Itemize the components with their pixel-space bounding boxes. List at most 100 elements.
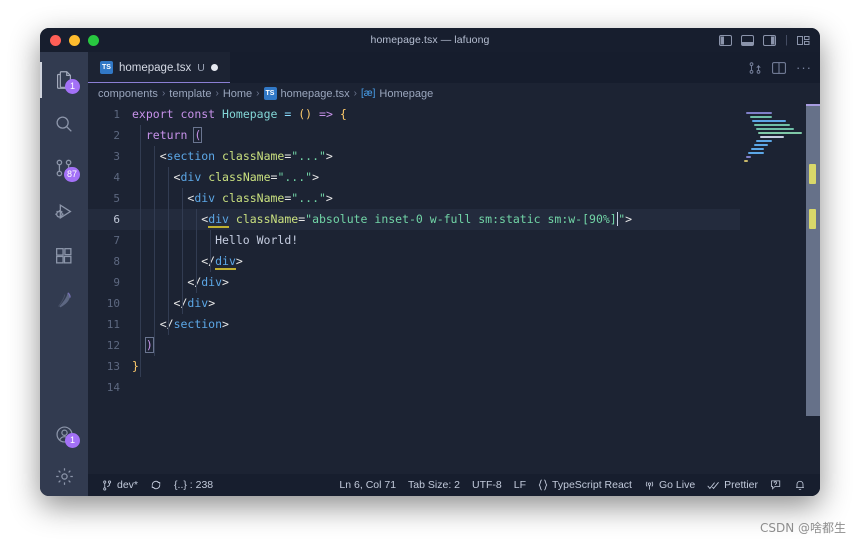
breadcrumb-item-label: homepage.tsx: [280, 87, 350, 100]
sidebar-item-source-control[interactable]: 87: [40, 146, 88, 190]
code-line[interactable]: 11 </section>: [88, 314, 740, 335]
editor-scrollbar[interactable]: [806, 104, 820, 474]
minimap-line: [751, 148, 764, 150]
status-cursor-position[interactable]: Ln 6, Col 71: [333, 474, 402, 496]
breadcrumb-item-template[interactable]: template: [169, 88, 211, 100]
line-content: <section className="...">: [159, 149, 333, 163]
close-window-button[interactable]: [50, 34, 61, 46]
status-bar: dev* {..} : 238 Ln 6, Col 71 Tab Size: 2…: [88, 474, 820, 496]
sidebar-item-accounts[interactable]: 1: [40, 412, 88, 456]
status-file-size-label: {..} : 238: [174, 479, 214, 491]
code-line-current[interactable]: 6 <div className="absolute inset-0 w-ful…: [88, 209, 740, 230]
code-line[interactable]: 5 <div className="...">: [88, 188, 740, 209]
split-editor-icon[interactable]: [772, 61, 786, 74]
status-eol[interactable]: LF: [508, 474, 532, 496]
line-content: }: [132, 359, 139, 373]
line-content: <div className="...">: [173, 170, 320, 184]
line-number: 14: [106, 381, 120, 394]
line-number: 7: [113, 234, 120, 247]
sidebar-item-feather-extension[interactable]: [40, 278, 88, 322]
code-line[interactable]: 7 Hello World!: [88, 230, 740, 251]
minimize-window-button[interactable]: [69, 34, 80, 46]
status-sync-changes[interactable]: [144, 474, 168, 496]
braces-icon: [538, 479, 548, 491]
sidebar-item-explorer[interactable]: 1: [40, 58, 88, 102]
status-language-mode[interactable]: TypeScript React: [532, 474, 638, 496]
tab-homepage-tsx[interactable]: TS homepage.tsx U: [88, 52, 230, 83]
code-line[interactable]: 1 export const Homepage = () => {: [88, 104, 740, 125]
minimap[interactable]: [740, 104, 806, 474]
minimap-line: [758, 132, 802, 134]
window-traffic-lights: [40, 34, 99, 46]
code-line[interactable]: 9 </div>: [88, 272, 740, 293]
code-line[interactable]: 14: [88, 377, 740, 398]
line-number: 6: [113, 213, 120, 226]
line-number: 12: [106, 339, 120, 352]
scrollbar-thumb[interactable]: [806, 104, 820, 416]
line-number: 2: [113, 129, 120, 142]
sidebar-item-settings[interactable]: [40, 456, 88, 496]
more-actions-icon[interactable]: ···: [796, 61, 812, 74]
bell-icon: [794, 479, 806, 491]
maximize-window-button[interactable]: [88, 34, 99, 46]
toggle-secondary-sidebar-icon[interactable]: [763, 34, 777, 46]
line-content: <div className="absolute inset-0 w-full …: [201, 211, 633, 228]
vscode-window: homepage.tsx — lafuong | 1 87 1 TS homep…: [40, 28, 820, 496]
status-go-live[interactable]: Go Live: [638, 474, 701, 496]
toggle-primary-sidebar-icon[interactable]: [719, 34, 733, 46]
sidebar-item-run-and-debug[interactable]: [40, 190, 88, 234]
status-cursor-position-label: Ln 6, Col 71: [339, 479, 397, 491]
code-line[interactable]: 10 </div>: [88, 293, 740, 314]
breadcrumb-item-home[interactable]: Home: [223, 88, 252, 100]
sidebar-item-search[interactable]: [40, 102, 88, 146]
minimap-line: [756, 140, 772, 142]
sidebar-item-extensions[interactable]: [40, 234, 88, 278]
status-prettier[interactable]: Prettier: [701, 474, 764, 496]
status-file-size[interactable]: {..} : 238: [168, 474, 219, 496]
code-line[interactable]: 8 </div>: [88, 251, 740, 272]
open-changes-icon[interactable]: [748, 61, 762, 75]
source-control-badge: 87: [63, 167, 80, 182]
status-branch-label: dev*: [117, 479, 139, 491]
explorer-badge: 1: [65, 79, 80, 94]
breadcrumb-item-components[interactable]: components: [98, 88, 158, 100]
status-eol-label: LF: [513, 479, 527, 491]
tab-label: homepage.tsx: [119, 61, 192, 74]
code-line[interactable]: 4 <div className="...">: [88, 167, 740, 188]
minimap-line: [750, 116, 772, 118]
tab-dirty-indicator[interactable]: [210, 64, 218, 71]
editor-column: TS homepage.tsx U ··· components › templ…: [88, 52, 820, 496]
minimap-line: [754, 124, 790, 126]
editor-area: 1 export const Homepage = () => { 2 retu…: [88, 104, 820, 474]
toggle-panel-icon[interactable]: [741, 34, 755, 46]
line-content: </div>: [201, 254, 243, 270]
status-language-label: TypeScript React: [552, 479, 632, 491]
scrollbar-warning-marker[interactable]: [809, 209, 816, 229]
status-encoding-label: UTF-8: [472, 479, 502, 491]
code-line[interactable]: 13 }: [88, 356, 740, 377]
status-notifications[interactable]: [788, 474, 812, 496]
feedback-icon: [770, 479, 782, 491]
code-pane[interactable]: 1 export const Homepage = () => { 2 retu…: [88, 104, 740, 474]
status-prettier-label: Prettier: [724, 479, 758, 491]
breadcrumb-item-homepage-tsx[interactable]: TS homepage.tsx: [263, 87, 350, 100]
line-content: Hello World!: [132, 233, 299, 247]
code-line[interactable]: 3 <section className="...">: [88, 146, 740, 167]
status-feedback[interactable]: [764, 474, 788, 496]
status-remote-branch[interactable]: dev*: [96, 474, 144, 496]
scrollbar-warning-marker[interactable]: [809, 164, 816, 184]
breadcrumb-item-label: Homepage: [379, 87, 434, 100]
watermark: CSDN @啥都生: [759, 521, 846, 535]
symbol-class-icon: [æ]: [360, 88, 376, 99]
status-indentation[interactable]: Tab Size: 2: [402, 474, 466, 496]
sync-icon: [150, 479, 162, 491]
minimap-line: [744, 160, 748, 162]
status-encoding[interactable]: UTF-8: [466, 474, 508, 496]
code-line[interactable]: 12 ): [88, 335, 740, 356]
customize-layout-icon[interactable]: [797, 35, 810, 46]
minimap-line: [760, 136, 784, 138]
ts-file-icon: TS: [263, 87, 277, 100]
breadcrumb-item-homepage-symbol[interactable]: [æ] Homepage: [361, 88, 433, 100]
layout-controls: |: [719, 28, 810, 52]
code-line[interactable]: 2 return (: [88, 125, 740, 146]
